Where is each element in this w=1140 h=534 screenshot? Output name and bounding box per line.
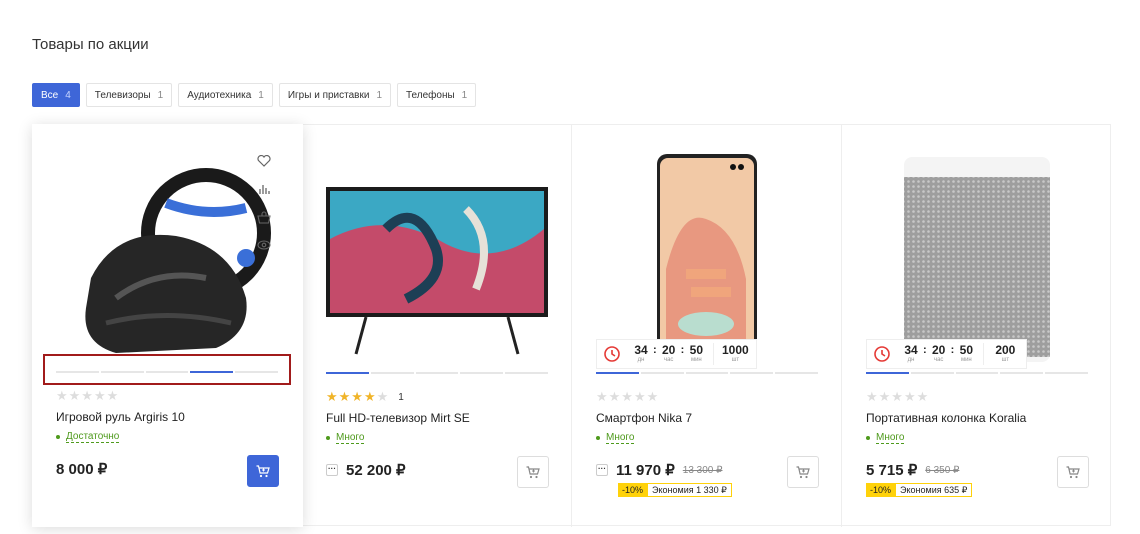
price: 5 715 ₽ xyxy=(866,462,918,479)
image-thumbs[interactable] xyxy=(866,372,1088,374)
stock-status: Много xyxy=(866,432,905,444)
buy-one-click-icon[interactable] xyxy=(254,208,274,226)
promo-timer: 34 дн : 20 час : 50 мин 1000 шт xyxy=(596,339,758,369)
product-card[interactable]: ★★★★ ★ 1 Full HD-телевизор Mirt SE Много ·… xyxy=(302,125,572,527)
cart-icon xyxy=(526,465,540,478)
tab-count: 1 xyxy=(258,89,264,101)
price-row: ··· 11 970 ₽ 13 300 ₽ xyxy=(596,461,723,479)
tab-count: 1 xyxy=(376,89,382,101)
savings-badge: Экономия 635 ₽ xyxy=(895,483,973,497)
price: 8 000 ₽ xyxy=(56,461,108,478)
product-card[interactable]: ★★★★★ Игровой руль Argiris 10 Достаточно… xyxy=(32,124,303,527)
tab-count: 1 xyxy=(157,89,164,101)
cart-icon xyxy=(256,464,270,477)
product-grid: ★★★★★ Игровой руль Argiris 10 Достаточно… xyxy=(32,124,1111,527)
old-price: 13 300 ₽ xyxy=(682,464,723,476)
rating: ★★★★ ★ 1 xyxy=(326,389,405,404)
rating: ★★★★★ xyxy=(56,388,120,403)
image-thumbs[interactable] xyxy=(326,372,548,374)
discount-badge: -10% xyxy=(618,483,648,497)
quick-view-icon[interactable] xyxy=(254,236,274,254)
stock-status: Достаточно xyxy=(56,431,120,443)
discount-badge: -10% xyxy=(866,483,896,497)
rating-count: 1 xyxy=(398,391,405,403)
price-row: 5 715 ₽ 6 350 ₽ xyxy=(866,461,959,479)
heart-icon[interactable] xyxy=(254,152,274,170)
clock-icon xyxy=(874,346,890,362)
add-to-cart-button[interactable] xyxy=(247,455,279,487)
price: 52 200 ₽ xyxy=(346,462,406,479)
image-thumbs[interactable] xyxy=(56,371,278,373)
cart-icon xyxy=(1066,465,1080,478)
stock-status: Много xyxy=(596,432,635,444)
add-to-cart-button[interactable] xyxy=(517,456,549,488)
rating: ★★★★★ xyxy=(866,389,930,404)
old-price: 6 350 ₽ xyxy=(925,464,960,476)
product-name[interactable]: Смартфон Nika 7 xyxy=(596,411,692,425)
clock-icon xyxy=(604,346,620,362)
tab-count: 4 xyxy=(65,89,71,101)
tab-phones[interactable]: Телефоны 1 xyxy=(397,83,477,107)
product-name[interactable]: Портативная колонка Koralia xyxy=(866,411,1026,425)
category-tabs: Все 4 Телевизоры 1 Аудиотехника 1 Игры и пр… xyxy=(32,83,477,107)
product-name[interactable]: Full HD-телевизор Mirt SE xyxy=(326,411,470,425)
product-card[interactable]: 34 дн : 20 час : 50 мин 200 шт ★★★★★ Портати… xyxy=(842,125,1111,527)
product-image[interactable] xyxy=(56,148,278,368)
stock-status: Много xyxy=(326,432,365,444)
tab-audio[interactable]: Аудиотехника 1 xyxy=(178,83,273,107)
add-to-cart-button[interactable] xyxy=(1057,456,1089,488)
tab-games[interactable]: Игры и приставки 1 xyxy=(278,83,391,107)
savings-badge: Экономия 1 330 ₽ xyxy=(647,483,732,497)
page-title: Товары по акции xyxy=(32,36,149,53)
promo-timer: 34 дн : 20 час : 50 мин 200 шт xyxy=(866,339,1028,369)
more-options-button[interactable]: ··· xyxy=(326,464,338,476)
tab-label: Аудиотехника xyxy=(187,89,252,101)
tab-label: Игры и приставки xyxy=(287,89,370,101)
tab-label: Телевизоры xyxy=(94,89,151,101)
price-row: ··· 52 200 ₽ xyxy=(326,461,406,479)
product-card[interactable]: 34 дн : 20 час : 50 мин 1000 шт ★★★★★ Смартф… xyxy=(572,125,842,527)
tab-tv[interactable]: Телевизоры 1 xyxy=(85,83,173,107)
product-image[interactable] xyxy=(596,149,818,369)
rating: ★★★★★ xyxy=(596,389,660,404)
highlight-frame xyxy=(43,354,291,385)
tab-all[interactable]: Все 4 xyxy=(32,83,80,107)
tab-count: 1 xyxy=(461,89,468,101)
promo-badges: -10% Экономия 1 330 ₽ xyxy=(618,483,732,497)
tab-label: Телефоны xyxy=(406,89,455,101)
product-actions xyxy=(254,152,278,254)
promo-badges: -10% Экономия 635 ₽ xyxy=(866,483,973,497)
price: 11 970 ₽ xyxy=(616,462,675,479)
product-name[interactable]: Игровой руль Argiris 10 xyxy=(56,410,185,424)
product-image[interactable] xyxy=(866,149,1088,369)
tab-label: Все xyxy=(41,89,59,101)
compare-icon[interactable] xyxy=(254,180,274,198)
more-options-button[interactable]: ··· xyxy=(596,464,608,476)
price-row: 8 000 ₽ xyxy=(56,460,107,478)
cart-icon xyxy=(796,465,810,478)
product-image[interactable] xyxy=(326,149,548,369)
image-thumbs[interactable] xyxy=(596,372,818,374)
add-to-cart-button[interactable] xyxy=(787,456,819,488)
